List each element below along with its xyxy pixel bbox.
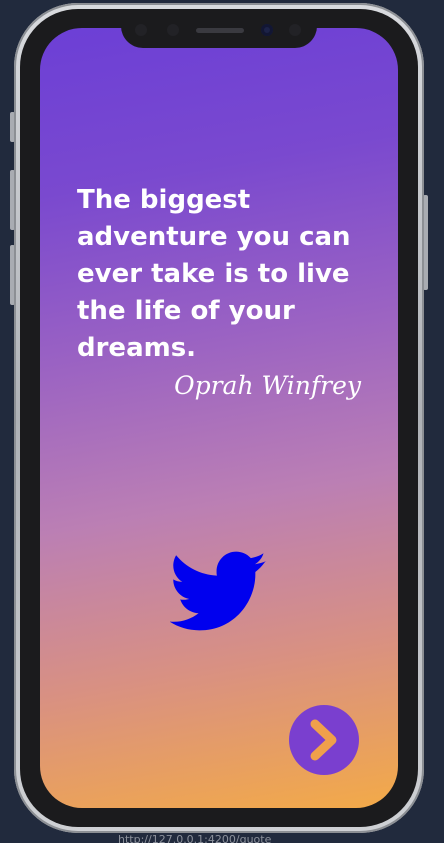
tweet-button[interactable] xyxy=(169,550,268,634)
front-camera xyxy=(261,24,273,36)
quote-author: Oprah Winfrey xyxy=(174,371,361,400)
next-quote-button[interactable] xyxy=(289,705,359,775)
chevron-right-icon xyxy=(310,719,337,761)
status-url: http://127.0.0.1:4200/quote xyxy=(118,833,272,843)
twitter-icon xyxy=(169,551,267,631)
phone-notch xyxy=(121,14,317,48)
quote-text: The biggest adventure you can ever take … xyxy=(77,185,351,363)
sensor-dot xyxy=(289,24,301,36)
sensor-dot xyxy=(135,24,147,36)
app-screen: The biggest adventure you can ever take … xyxy=(40,28,398,808)
sensor-dot xyxy=(167,24,179,36)
earpiece-speaker xyxy=(196,28,244,33)
device-stage: The biggest adventure you can ever take … xyxy=(0,0,444,843)
